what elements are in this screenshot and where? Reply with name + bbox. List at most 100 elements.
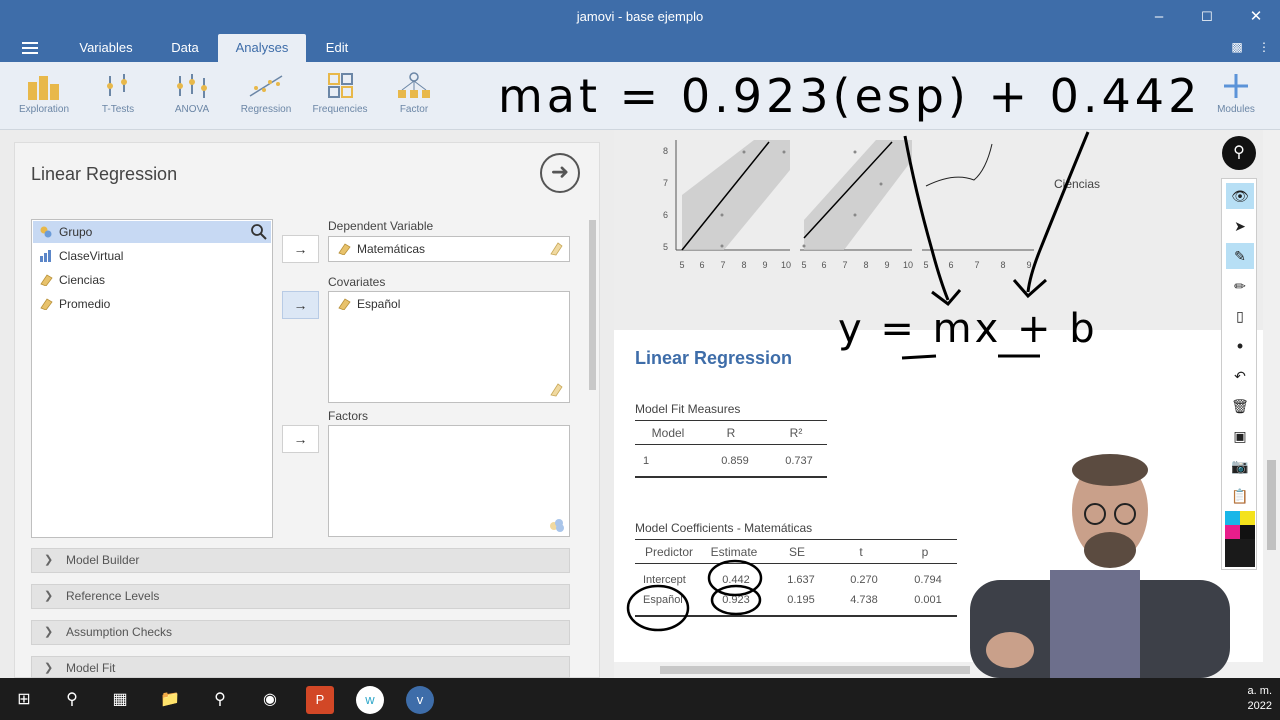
factors-box[interactable] bbox=[328, 425, 570, 537]
pen-icon[interactable]: ✏ bbox=[1226, 273, 1254, 299]
options-scrollbar[interactable] bbox=[587, 206, 597, 676]
continuous-variable-icon bbox=[338, 298, 351, 310]
pointer-icon[interactable]: ➤ bbox=[1226, 213, 1254, 239]
variable-label: ClaseVirtual bbox=[59, 249, 124, 263]
list-item[interactable]: Grupo bbox=[33, 221, 271, 243]
reference-levels-section[interactable]: ❯ Reference Levels bbox=[31, 584, 570, 609]
whiteboard-icon[interactable]: ▣ bbox=[1226, 423, 1254, 449]
t-tests-button[interactable]: T-Tests bbox=[86, 72, 150, 115]
x-tick-label: 9 bbox=[1026, 260, 1031, 270]
pane-splitter[interactable] bbox=[602, 130, 614, 678]
table-header: SE bbox=[788, 545, 805, 559]
coef-table-caption: Model Coefficients - Matemáticas bbox=[635, 521, 813, 535]
covariates-box[interactable]: Español bbox=[328, 291, 570, 403]
regression-button[interactable]: Regression bbox=[234, 72, 298, 115]
x-tick-label: 10 bbox=[781, 260, 791, 270]
plot-panel-3: 5 6 7 8 9 Ciencias bbox=[922, 143, 1100, 270]
pen-logo-icon[interactable]: ⚲ bbox=[1222, 136, 1256, 170]
screen-icon[interactable]: ▩ bbox=[1228, 40, 1246, 56]
panel-label: Ciencias bbox=[1054, 177, 1100, 191]
covariate-value: Español bbox=[357, 297, 401, 311]
dependent-variable-box[interactable]: Matemáticas bbox=[328, 236, 570, 262]
obs-icon[interactable]: ◉ bbox=[256, 686, 284, 714]
move-to-dependent-button[interactable]: → bbox=[282, 235, 319, 263]
dependent-variable-item[interactable]: Matemáticas bbox=[335, 242, 425, 256]
chevron-right-icon: ❯ bbox=[44, 626, 54, 638]
section-label: Model Builder bbox=[66, 553, 140, 567]
webex-icon[interactable]: w bbox=[356, 686, 384, 714]
variable-list[interactable]: Grupo ClaseVirtual Ciencias Promedio bbox=[31, 219, 273, 538]
section-label: Model Fit bbox=[66, 661, 116, 675]
eye-icon[interactable]: 👁 bbox=[1226, 183, 1254, 209]
x-tick-label: 5 bbox=[801, 260, 806, 270]
dot-icon[interactable]: • bbox=[1226, 333, 1254, 359]
windows-taskbar: ⊞ ⚲ ▦ 📁 ⚲ ◉ P w v a. m. 2022 bbox=[0, 678, 1280, 720]
results-scrollbar[interactable] bbox=[1263, 130, 1280, 678]
factor-button[interactable]: Factor bbox=[382, 72, 446, 115]
anova-icon bbox=[177, 74, 207, 98]
covariate-item[interactable]: Español bbox=[335, 297, 400, 311]
table-cell: 0.195 bbox=[787, 594, 815, 606]
list-item[interactable]: Promedio bbox=[33, 293, 271, 315]
minimize-button[interactable]: – bbox=[1148, 6, 1170, 28]
eraser-icon[interactable]: ▯ bbox=[1226, 303, 1254, 329]
close-button[interactable]: ✕ bbox=[1245, 6, 1267, 28]
regression-label: Regression bbox=[240, 104, 292, 115]
task-view-icon[interactable]: ▦ bbox=[106, 686, 134, 714]
arrow-right-icon: → bbox=[293, 241, 308, 257]
run-arrow-button[interactable]: ➜ bbox=[540, 153, 580, 193]
tab-variables[interactable]: Variables bbox=[70, 34, 142, 62]
modules-button[interactable]: Modules bbox=[1204, 72, 1268, 115]
scroll-thumb[interactable] bbox=[589, 220, 596, 390]
variable-label: Grupo bbox=[59, 225, 93, 239]
move-to-factors-button[interactable]: → bbox=[282, 425, 319, 453]
more-options-icon[interactable]: ⋮ bbox=[1255, 40, 1273, 56]
camera-icon[interactable]: 📷 bbox=[1226, 453, 1254, 479]
windows-start-icon[interactable]: ⊞ bbox=[10, 686, 38, 714]
tab-data[interactable]: Data bbox=[160, 34, 210, 62]
plot-panel-1: 8 7 6 5 5 6 7 8 9 10 bbox=[663, 140, 791, 270]
scroll-thumb[interactable] bbox=[660, 666, 970, 674]
list-item[interactable]: Ciencias bbox=[33, 269, 271, 291]
highlighter-icon[interactable]: ✎ bbox=[1226, 243, 1254, 269]
plot-panel-2: 5 6 7 8 9 10 bbox=[800, 140, 913, 270]
hamburger-menu-icon[interactable] bbox=[22, 42, 38, 54]
table-cell: 1 bbox=[642, 455, 650, 467]
move-to-covariates-button[interactable]: → bbox=[282, 291, 319, 319]
table-header: R bbox=[726, 426, 736, 440]
analysis-title: Linear Regression bbox=[31, 164, 178, 184]
search-icon[interactable]: ⚲ bbox=[58, 686, 86, 714]
t-tests-label: T-Tests bbox=[101, 104, 135, 115]
assumption-checks-section[interactable]: ❯ Assumption Checks bbox=[31, 620, 570, 645]
pen-app-icon[interactable]: ⚲ bbox=[206, 686, 234, 714]
table-header: t bbox=[859, 545, 863, 559]
undo-icon[interactable]: ↶ bbox=[1226, 363, 1254, 389]
x-tick-label: 7 bbox=[974, 260, 979, 270]
variable-label: Promedio bbox=[59, 297, 111, 311]
color-palette[interactable] bbox=[1225, 511, 1255, 567]
list-item[interactable]: ClaseVirtual bbox=[33, 245, 271, 267]
model-fit-section[interactable]: ❯ Model Fit bbox=[31, 656, 570, 678]
file-explorer-icon[interactable]: 📁 bbox=[156, 686, 184, 714]
jamovi-icon[interactable]: v bbox=[406, 686, 434, 714]
table-cell: Intercept bbox=[643, 574, 686, 586]
x-tick-label: 8 bbox=[1000, 260, 1005, 270]
frequencies-button[interactable]: Frequencies bbox=[308, 72, 372, 115]
tab-analyses[interactable]: Analyses bbox=[218, 34, 306, 62]
powerpoint-icon[interactable]: P bbox=[306, 686, 334, 714]
frequencies-label: Frequencies bbox=[312, 104, 368, 115]
search-icon[interactable] bbox=[250, 223, 268, 241]
trash-icon[interactable]: 🗑 bbox=[1226, 393, 1254, 419]
factors-label: Factors bbox=[328, 409, 369, 423]
tab-edit[interactable]: Edit bbox=[314, 34, 360, 62]
anova-button[interactable]: ANOVA bbox=[160, 72, 224, 115]
section-label: Reference Levels bbox=[66, 589, 160, 603]
clipboard-icon[interactable]: 📋 bbox=[1226, 483, 1254, 509]
scroll-thumb[interactable] bbox=[1267, 460, 1276, 550]
plus-icon bbox=[1224, 74, 1248, 98]
table-cell: 0.442 bbox=[722, 574, 750, 586]
x-tick-label: 5 bbox=[923, 260, 928, 270]
maximize-button[interactable]: ☐ bbox=[1196, 6, 1218, 28]
exploration-button[interactable]: Exploration bbox=[12, 72, 76, 115]
model-builder-section[interactable]: ❯ Model Builder bbox=[31, 548, 570, 573]
